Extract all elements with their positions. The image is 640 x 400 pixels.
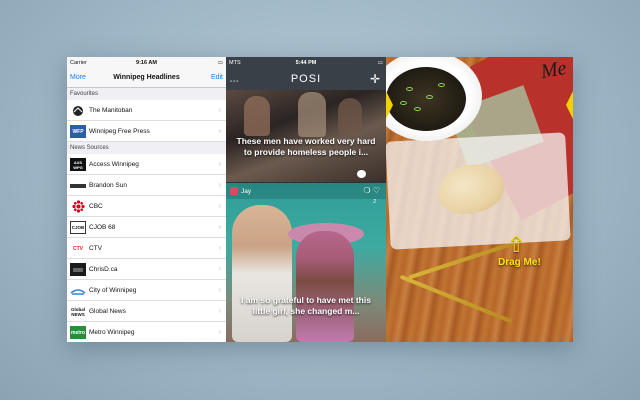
list-item-label: Brandon Sun xyxy=(89,182,127,189)
list-item-label: ChrisD.ca xyxy=(89,266,118,273)
list-item[interactable]: CJOB CJOB 68 › xyxy=(67,217,226,238)
chopstick xyxy=(399,274,513,324)
chevron-right-icon: › xyxy=(218,243,221,252)
news-sources-header: News Sources xyxy=(67,142,226,154)
post-username[interactable]: Jay xyxy=(241,188,251,195)
list-item[interactable]: City of Winnipeg › xyxy=(67,280,226,301)
manitoban-logo-icon xyxy=(70,104,86,117)
clock: 5:44 PM xyxy=(295,60,317,66)
page-title: Winnipeg Headlines xyxy=(113,74,180,81)
nav-bar: ▫▫▫ POSI ✛ xyxy=(226,69,386,90)
chevron-right-icon: › xyxy=(218,201,221,210)
news-app-screen: Carrier 9:16 AM ▭ More Winnipeg Headline… xyxy=(67,57,226,342)
chevron-right-icon: › xyxy=(218,180,221,189)
city-of-winnipeg-logo-icon xyxy=(70,284,86,297)
photo-figure xyxy=(296,231,354,342)
status-bar: Carrier 9:16 AM ▭ xyxy=(67,57,226,69)
list-item[interactable]: AXS WPG Access Winnipeg › xyxy=(67,154,226,175)
post-caption: I am so grateful to have met this little… xyxy=(241,295,371,316)
list-item[interactable]: Global NEWS Global News › xyxy=(67,301,226,322)
brandon-sun-logo-icon xyxy=(70,179,86,192)
list-item-label: City of Winnipeg xyxy=(89,287,137,294)
list-item[interactable]: The Manitoban › xyxy=(67,100,226,121)
list-item[interactable]: WFP Winnipeg Free Press › xyxy=(67,121,226,142)
chevron-right-icon: › xyxy=(218,285,221,294)
placemat-text: Me xyxy=(539,57,569,84)
clock: 9:16 AM xyxy=(136,60,157,66)
list-item-label: Access Winnipeg xyxy=(89,161,139,168)
chevron-right-icon: › xyxy=(218,159,221,168)
photo-figure xyxy=(338,98,362,134)
like-heart-icon[interactable]: ❍ ♡ xyxy=(363,186,380,195)
metro-logo-icon: metro xyxy=(70,326,86,339)
screenshot-collage: Carrier 9:16 AM ▭ More Winnipeg Headline… xyxy=(67,57,573,342)
chevron-right-icon: › xyxy=(218,306,221,315)
fortune-cookie-screen: Me ⇧ Drag Me! xyxy=(386,57,573,342)
app-logo: POSI xyxy=(290,73,322,85)
list-item-label: Global News xyxy=(89,308,126,315)
list-item[interactable]: CBC › xyxy=(67,196,226,217)
chevron-right-icon: › xyxy=(218,327,221,336)
like-count: 2 xyxy=(373,199,376,205)
list-item-label: Winnipeg Free Press xyxy=(89,128,150,135)
post-card[interactable]: These men have worked very hard to provi… xyxy=(226,90,386,182)
cjob-logo-icon: CJOB xyxy=(70,221,86,234)
list-item[interactable]: ChrisD.ca › xyxy=(67,259,226,280)
post-caption: These men have worked very hard to provi… xyxy=(236,136,376,157)
chevron-right-icon: › xyxy=(218,264,221,273)
chrisd-logo-icon xyxy=(70,263,86,276)
ctv-logo-icon: CTV xyxy=(73,245,83,252)
list-item[interactable]: metro Metro Winnipeg › xyxy=(67,322,226,342)
access-winnipeg-logo-icon: AXS WPG xyxy=(70,158,86,171)
up-arrow-icon: ⇧ xyxy=(507,232,526,257)
posi-app-screen: MTS 5:44 PM ▭ ▫▫▫ POSI ✛ These men have … xyxy=(226,57,386,342)
corner-marker-icon xyxy=(566,91,573,119)
list-item-label: CTV xyxy=(89,245,102,252)
chevron-right-icon: › xyxy=(218,222,221,231)
list-item-label: CJOB 68 xyxy=(89,224,116,231)
battery-icon: ▭ xyxy=(217,60,223,66)
nav-bar: More Winnipeg Headlines Edit xyxy=(67,69,226,88)
corner-marker-icon xyxy=(386,91,393,119)
chevron-right-icon: › xyxy=(218,105,221,114)
add-post-icon[interactable]: ✛ xyxy=(370,72,380,86)
wfp-logo-icon: WFP xyxy=(70,125,86,138)
list-item-label: Metro Winnipeg xyxy=(89,329,135,336)
status-bar: MTS 5:44 PM ▭ xyxy=(226,57,386,69)
list-item[interactable]: Brandon Sun › xyxy=(67,175,226,196)
soup-bowl xyxy=(386,67,466,131)
edit-button[interactable]: Edit xyxy=(211,74,223,81)
photo-figure xyxy=(244,96,270,136)
chevron-right-icon: › xyxy=(218,126,221,135)
photo-figure xyxy=(298,92,326,137)
list-item-label: CBC xyxy=(89,203,103,210)
post-card[interactable]: Jay ❍ ♡ 2 I am so grateful to have met t… xyxy=(226,183,386,342)
battery-icon: ▭ xyxy=(377,60,383,66)
global-news-logo-icon: Global NEWS xyxy=(70,306,85,317)
avatar[interactable] xyxy=(230,187,238,195)
list-item[interactable]: CTV CTV › xyxy=(67,238,226,259)
cbc-logo-icon xyxy=(70,200,86,213)
list-item-label: The Manitoban xyxy=(89,107,133,114)
photo-figure xyxy=(232,205,292,342)
drag-hint: Drag Me! xyxy=(498,257,541,268)
favourites-header: Favourites xyxy=(67,88,226,100)
comment-icon[interactable] xyxy=(357,170,366,178)
